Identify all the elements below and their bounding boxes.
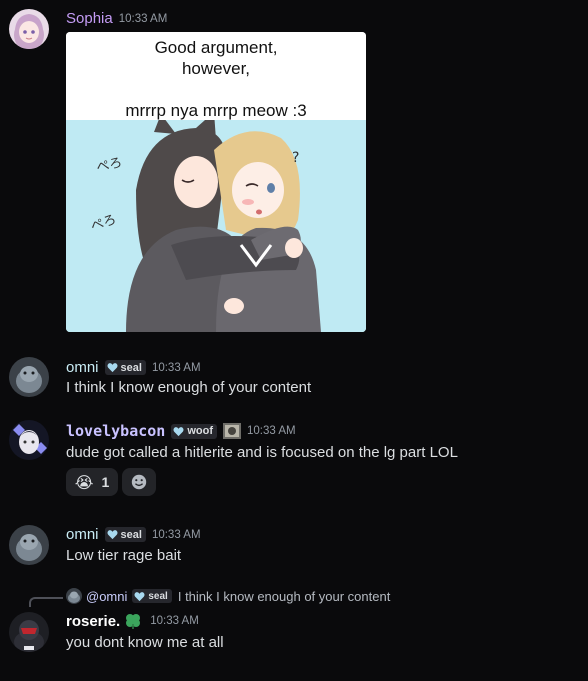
timestamp: 10:33 AM bbox=[247, 425, 296, 437]
clover-badge-icon[interactable] bbox=[124, 612, 142, 630]
message-text: you dont know me at all bbox=[66, 634, 224, 651]
avatar-omni-mini bbox=[66, 588, 82, 604]
timestamp: 10:33 AM bbox=[150, 615, 199, 627]
username-omni[interactable]: omni bbox=[66, 359, 99, 376]
timestamp: 10:33 AM bbox=[151, 528, 201, 541]
server-tag-label: seal bbox=[148, 590, 168, 602]
server-tag-label: seal bbox=[120, 528, 142, 541]
anime-hug-illustration: ぺろ ぺろ ? bbox=[66, 112, 366, 332]
caption-line-3: mrrrp nya mrrp meow :3 bbox=[125, 101, 307, 120]
reply-mention[interactable]: @omni bbox=[86, 589, 127, 604]
meme-image[interactable]: Good argument, however, mrrrp nya mrrp m… bbox=[66, 32, 366, 332]
scribble-text: ? bbox=[292, 150, 300, 166]
reaction-count: 1 bbox=[101, 474, 110, 490]
message-header: lovelybacon woof 10:33 AM bbox=[66, 422, 296, 440]
add-reaction-button[interactable] bbox=[122, 468, 156, 496]
message-text: dude got called a hitlerite and is focus… bbox=[66, 444, 458, 461]
username-omni[interactable]: omni bbox=[66, 526, 99, 543]
message-header: Sophia 10:33 AM bbox=[66, 10, 167, 27]
server-tag[interactable]: woof bbox=[171, 423, 218, 439]
avatar-omni[interactable] bbox=[9, 525, 49, 565]
reply-connector bbox=[29, 597, 63, 607]
server-tag: seal bbox=[132, 589, 172, 603]
reply-text: I think I know enough of your content bbox=[177, 588, 391, 604]
message-text: I think I know enough of your content bbox=[66, 379, 312, 396]
message-text: Low tier rage bait bbox=[66, 547, 182, 564]
timestamp: 10:33 AM bbox=[118, 12, 168, 25]
server-tag[interactable]: seal bbox=[104, 527, 146, 542]
add-reaction-icon bbox=[131, 474, 147, 490]
server-tag[interactable]: seal bbox=[104, 360, 146, 375]
heart-icon bbox=[106, 530, 118, 540]
timestamp: 10:33 AM bbox=[151, 361, 201, 374]
caption-line-1: Good argument, bbox=[154, 38, 278, 57]
message-header: roserie. 10:33 AM bbox=[66, 612, 199, 630]
caption-line-2: however, bbox=[181, 59, 251, 78]
reaction-crying[interactable]: 😭 1 bbox=[66, 468, 118, 496]
heart-icon bbox=[134, 591, 145, 601]
reply-preview[interactable]: @omni seal I think I know enough of your… bbox=[66, 588, 390, 604]
message-header: omni seal 10:33 AM bbox=[66, 526, 201, 543]
user-badge-icon[interactable] bbox=[223, 423, 242, 439]
username-lovelybacon[interactable]: lovelybacon bbox=[66, 422, 165, 440]
heart-icon bbox=[106, 363, 118, 373]
avatar-lovelybacon[interactable] bbox=[9, 420, 49, 460]
avatar-sophia[interactable] bbox=[9, 9, 49, 49]
meme-caption: Good argument, however, mrrrp nya mrrp m… bbox=[66, 32, 366, 120]
crying-face-icon: 😭 bbox=[74, 472, 94, 492]
server-tag-label: seal bbox=[120, 361, 142, 374]
username-roserie[interactable]: roserie. bbox=[66, 613, 120, 630]
avatar-omni[interactable] bbox=[9, 357, 49, 397]
avatar-roserie[interactable] bbox=[9, 612, 49, 652]
server-tag-label: woof bbox=[187, 425, 214, 437]
message-header: omni seal 10:33 AM bbox=[66, 359, 201, 376]
heart-icon bbox=[173, 426, 184, 436]
username-sophia[interactable]: Sophia bbox=[66, 10, 113, 27]
